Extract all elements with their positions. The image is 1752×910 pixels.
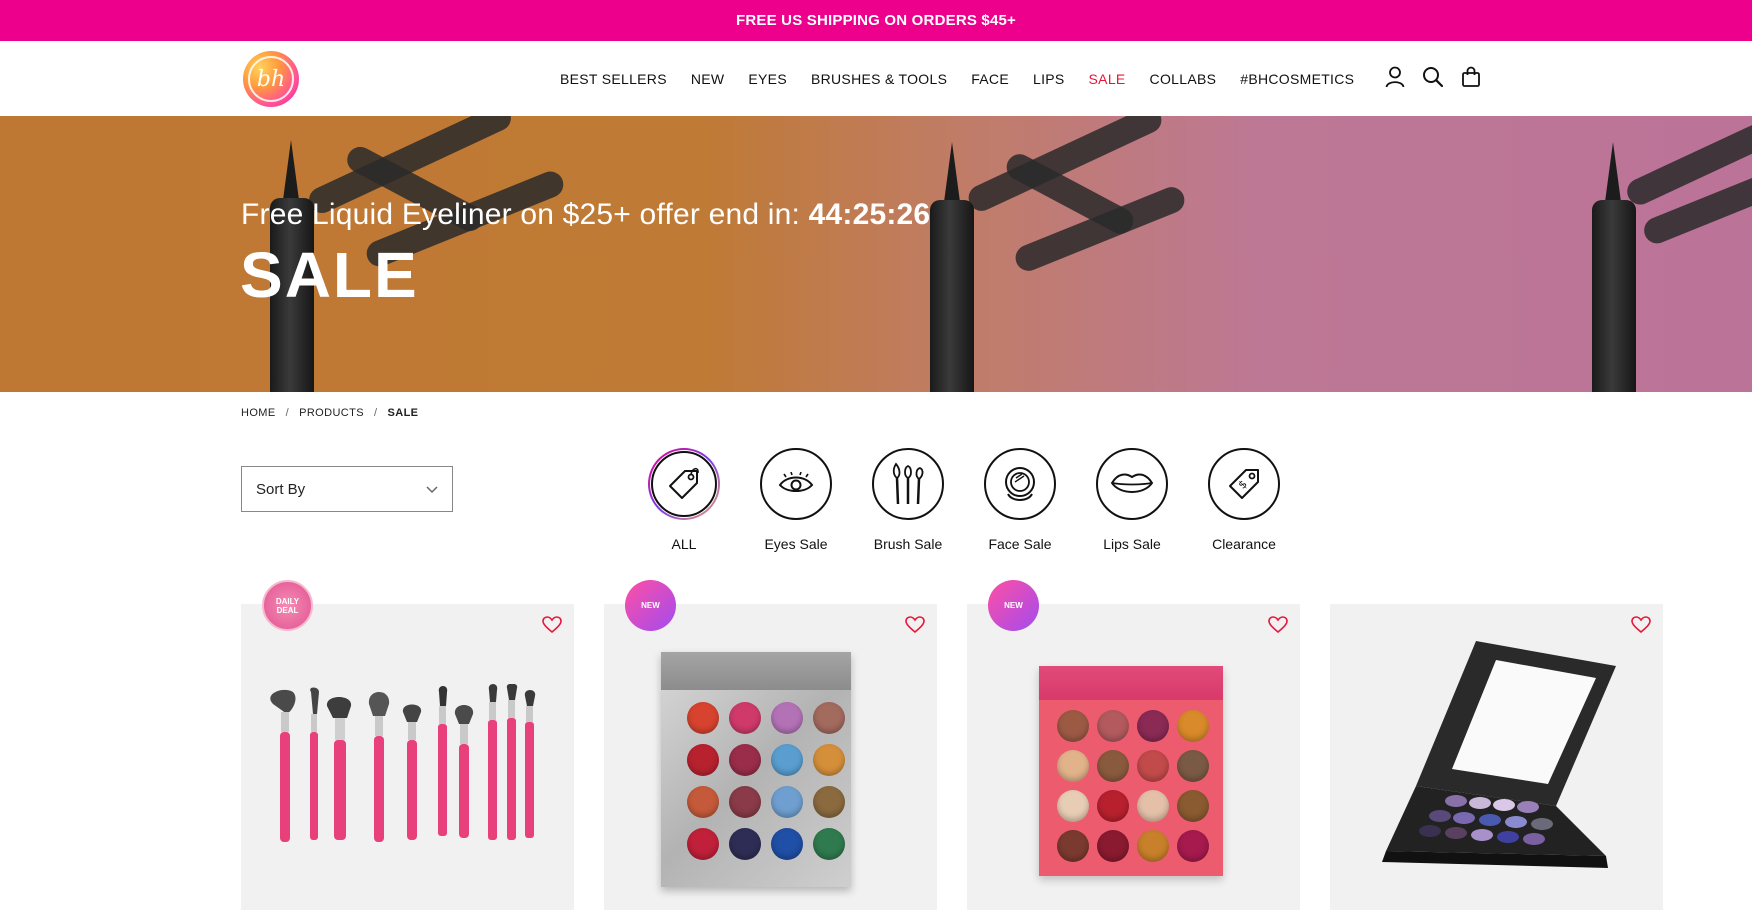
category-brush-sale[interactable]: Brush Sale [852, 448, 964, 552]
nav-eyes[interactable]: EYES [748, 71, 787, 87]
category-face-sale[interactable]: Face Sale [964, 448, 1076, 552]
main-nav: BEST SELLERS NEW EYES BRUSHES & TOOLS FA… [560, 41, 1378, 116]
sort-label: Sort By [256, 480, 306, 498]
product-grid [241, 604, 1663, 910]
product-card[interactable] [604, 604, 937, 910]
nav-sale[interactable]: SALE [1089, 71, 1126, 87]
nav-bhcosmetics[interactable]: #BHCOSMETICS [1240, 71, 1354, 87]
mirror-palette-image [1382, 641, 1616, 868]
hero-banner: Free Liquid Eyeliner on $25+ offer end i… [0, 116, 1752, 392]
category-label: Brush Sale [873, 536, 943, 552]
page-title: SALE [240, 239, 419, 311]
logo-mark: bh [248, 56, 294, 102]
heart-icon[interactable] [905, 616, 925, 636]
bag-icon[interactable] [1460, 65, 1482, 89]
compact-icon [984, 448, 1056, 520]
breadcrumb-current: SALE [387, 407, 419, 419]
tag-icon [651, 451, 717, 517]
category-filters: ALL Eyes Sale Brush Sale Face Sale Lips … [628, 448, 1300, 552]
category-label: ALL [671, 536, 697, 552]
category-label: Eyes Sale [764, 536, 828, 552]
heart-icon[interactable] [1631, 616, 1651, 636]
product-card[interactable] [1330, 604, 1663, 910]
category-ring [648, 448, 720, 520]
category-eyes-sale[interactable]: Eyes Sale [740, 448, 852, 552]
new-badge: NEW [988, 580, 1039, 631]
new-badge: NEW [625, 580, 676, 631]
product-card[interactable] [967, 604, 1300, 910]
category-all[interactable]: ALL [628, 448, 740, 552]
illusion-palette-image [661, 652, 851, 887]
category-label: Lips Sale [1103, 536, 1161, 552]
promo-text: FREE US SHIPPING ON ORDERS $45+ [735, 12, 1017, 29]
brand-logo[interactable]: bh [243, 51, 299, 107]
breadcrumb-separator: / [374, 407, 378, 419]
product-card[interactable] [241, 604, 574, 910]
brush-set-image [270, 684, 536, 842]
countdown-timer: 44:25:26 [808, 198, 931, 231]
nav-face[interactable]: FACE [971, 71, 1009, 87]
header-actions [1384, 65, 1482, 89]
nav-best-sellers[interactable]: BEST SELLERS [560, 71, 667, 87]
sort-dropdown[interactable]: Sort By [241, 466, 453, 512]
site-header: bh BEST SELLERS NEW EYES BRUSHES & TOOLS… [0, 41, 1752, 116]
daily-deal-badge: DAILY DEAL [262, 580, 313, 631]
brushes-icon [872, 448, 944, 520]
nav-new[interactable]: NEW [691, 71, 725, 87]
heart-icon[interactable] [1268, 616, 1288, 636]
lips-icon [1096, 448, 1168, 520]
nav-collabs[interactable]: COLLABS [1150, 71, 1217, 87]
account-icon[interactable] [1384, 65, 1406, 89]
breadcrumb: HOME / PRODUCTS / SALE [241, 407, 418, 419]
chevron-down-icon [426, 481, 438, 498]
heart-icon[interactable] [542, 616, 562, 636]
promo-bar: FREE US SHIPPING ON ORDERS $45+ [0, 0, 1752, 41]
breadcrumb-products[interactable]: PRODUCTS [299, 407, 364, 419]
category-label: Face Sale [988, 536, 1052, 552]
breadcrumb-separator: / [285, 407, 290, 419]
nav-brushes-tools[interactable]: BRUSHES & TOOLS [811, 71, 947, 87]
price-tag-icon: $ [1208, 448, 1280, 520]
category-label: Clearance [1212, 536, 1276, 552]
offer-message: Free Liquid Eyeliner on $25+ offer end i… [241, 198, 801, 231]
eye-icon [760, 448, 832, 520]
category-clearance[interactable]: $ Clearance [1188, 448, 1300, 552]
search-icon[interactable] [1422, 65, 1444, 89]
category-lips-sale[interactable]: Lips Sale [1076, 448, 1188, 552]
offer-text: Free Liquid Eyeliner on $25+ offer end i… [241, 198, 930, 232]
svg-text:$: $ [1236, 478, 1250, 492]
breadcrumb-home[interactable]: HOME [241, 407, 276, 419]
nav-lips[interactable]: LIPS [1033, 71, 1065, 87]
coral-palette-image [1039, 666, 1223, 876]
